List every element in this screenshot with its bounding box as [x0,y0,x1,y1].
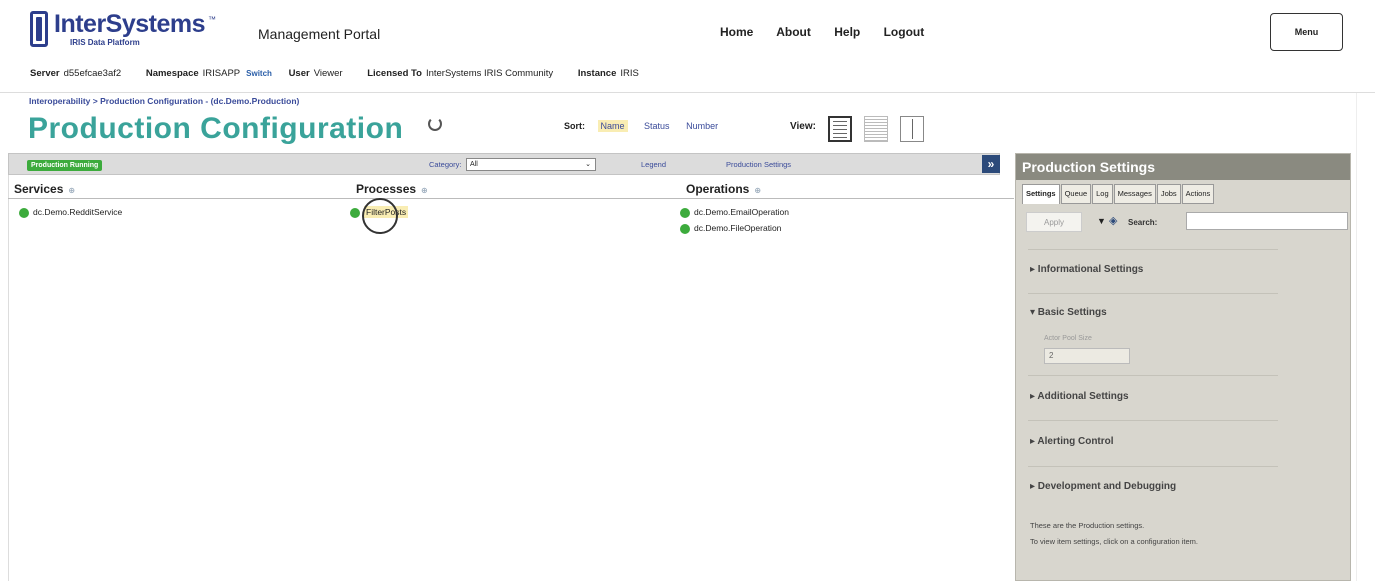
service-item[interactable]: dc.Demo.RedditService [19,207,122,218]
server-value: d55efcae3af2 [63,68,122,79]
sort-label: Sort: [564,121,585,131]
section-divider [1028,466,1278,467]
menu-button[interactable]: Menu [1270,13,1343,51]
intersystems-logo[interactable]: InterSystems ™ IRIS Data Platform [30,10,240,49]
portal-title: Management Portal [258,26,381,42]
production-toolbar: Production Running Category: All ⌄ Legen… [8,153,1000,175]
operation-item-label: dc.Demo.EmailOperation [694,207,789,217]
namespace-value: IRISAPP [202,68,241,79]
diagram-left-border [8,175,9,581]
instance-value: IRIS [620,68,639,79]
development-debugging-section[interactable]: ▸ Development and Debugging [1030,481,1176,492]
refresh-icon[interactable] [428,117,442,131]
server-label: Server [30,68,60,79]
switch-namespace-link[interactable]: Switch [246,69,272,78]
production-settings-panel: Production Settings Settings Queue Log Mess… [1015,153,1351,581]
header-divider [0,92,1375,93]
logo-mark-icon [30,11,48,47]
nav-help[interactable]: Help [834,25,860,39]
basic-settings-section[interactable]: ▾ Basic Settings [1030,307,1107,318]
search-input[interactable] [1186,212,1348,230]
page-title: Production Configuration [28,112,404,145]
sort-controls: Sort: Name Status Number [564,120,732,132]
panel-note-line: To view item settings, click on a config… [1030,537,1198,546]
alerting-control-section[interactable]: ▸ Alerting Control [1030,436,1114,447]
instance-label: Instance [577,68,617,79]
nav-home[interactable]: Home [720,25,753,39]
tab-jobs[interactable]: Jobs [1156,184,1181,204]
legend-link[interactable]: Legend [641,160,666,169]
panel-note: These are the Production settings. To vi… [1030,518,1198,550]
logo-trademark: ™ [208,15,216,24]
namespace-label: Namespace [145,68,199,79]
tab-log[interactable]: Log [1092,184,1113,204]
expand-panel-icon[interactable]: » [982,155,1000,173]
settings-tabs: Settings Queue Log Messages Jobs Actions [1022,184,1215,204]
user-label: User [288,68,310,79]
processes-title: Processes [356,182,417,196]
category-value: All [470,161,478,168]
top-nav: Home About Help Logout [720,25,944,39]
service-item-label: dc.Demo.RedditService [33,207,123,217]
column-header-divider [8,198,1014,199]
sort-number-option[interactable]: Number [686,121,718,131]
section-divider [1028,375,1278,376]
category-label: Category: [429,160,462,169]
tab-actions[interactable]: Actions [1181,184,1215,204]
info-icon[interactable]: ⊕ [421,186,428,195]
operation-item-label: dc.Demo.FileOperation [694,223,782,233]
licensed-label: Licensed To [367,68,422,79]
sort-name-option[interactable]: Name [597,120,628,132]
search-label: Search: [1128,218,1158,227]
status-dot-icon [350,207,360,218]
category-select[interactable]: All ⌄ [466,158,596,171]
production-settings-link[interactable]: Production Settings [726,160,791,169]
nav-about[interactable]: About [776,25,811,39]
additional-settings-section[interactable]: ▸ Additional Settings [1030,391,1129,402]
page-edge-divider [1356,93,1357,581]
panel-note-line: These are the Production settings. [1030,521,1145,530]
logo-subtitle: IRIS Data Platform [70,38,140,47]
licensed-value: InterSystems IRIS Community [425,68,554,79]
view-label: View: [790,121,816,132]
filter-icon[interactable]: ▼ [1097,216,1106,226]
operation-item[interactable]: dc.Demo.FileOperation [680,223,781,234]
operation-item[interactable]: dc.Demo.EmailOperation [680,207,789,218]
operations-column-header: Operations ⊕ [686,182,761,196]
section-divider [1028,420,1278,421]
services-column-header: Services ⊕ [14,182,75,196]
tab-queue[interactable]: Queue [1060,184,1092,204]
apply-button[interactable]: Apply [1026,212,1082,232]
section-divider [1028,293,1278,294]
actor-pool-size-field[interactable]: 2 [1044,348,1130,364]
cursor-highlight-icon [362,198,398,234]
chevron-down-icon: ⌄ [585,161,591,168]
actor-pool-size-label: Actor Pool Size [1044,335,1092,342]
operations-title: Operations [686,182,750,196]
status-dot-icon [19,207,29,218]
sort-status-option[interactable]: Status [644,121,670,131]
tree-view-icon[interactable] [900,116,924,142]
panel-title: Production Settings [1016,154,1350,180]
status-dot-icon [680,207,690,218]
tab-messages[interactable]: Messages [1113,184,1156,204]
section-divider [1028,249,1278,250]
info-icon[interactable]: ⊕ [754,186,761,195]
info-bar: Server d55efcae3af2 Namespace IRISAPP Switc… [30,68,661,79]
header: InterSystems ™ IRIS Data Platform Manage… [0,0,1375,92]
user-value: Viewer [313,68,343,79]
database-icon[interactable]: ◈ [1109,214,1117,227]
nav-logout[interactable]: Logout [884,25,925,39]
list-view-icon[interactable] [828,116,852,142]
status-dot-icon [680,223,690,234]
production-status-badge: Production Running [27,160,103,171]
grid-view-icon[interactable] [864,116,888,142]
informational-settings-section[interactable]: ▸ Informational Settings [1030,264,1143,275]
tab-settings[interactable]: Settings [1022,184,1060,204]
logo-name: InterSystems [54,10,206,38]
breadcrumb[interactable]: Interoperability > Production Configurat… [29,96,299,106]
info-icon[interactable]: ⊕ [68,186,75,195]
services-title: Services [14,182,64,196]
processes-column-header: Processes ⊕ [356,182,428,196]
